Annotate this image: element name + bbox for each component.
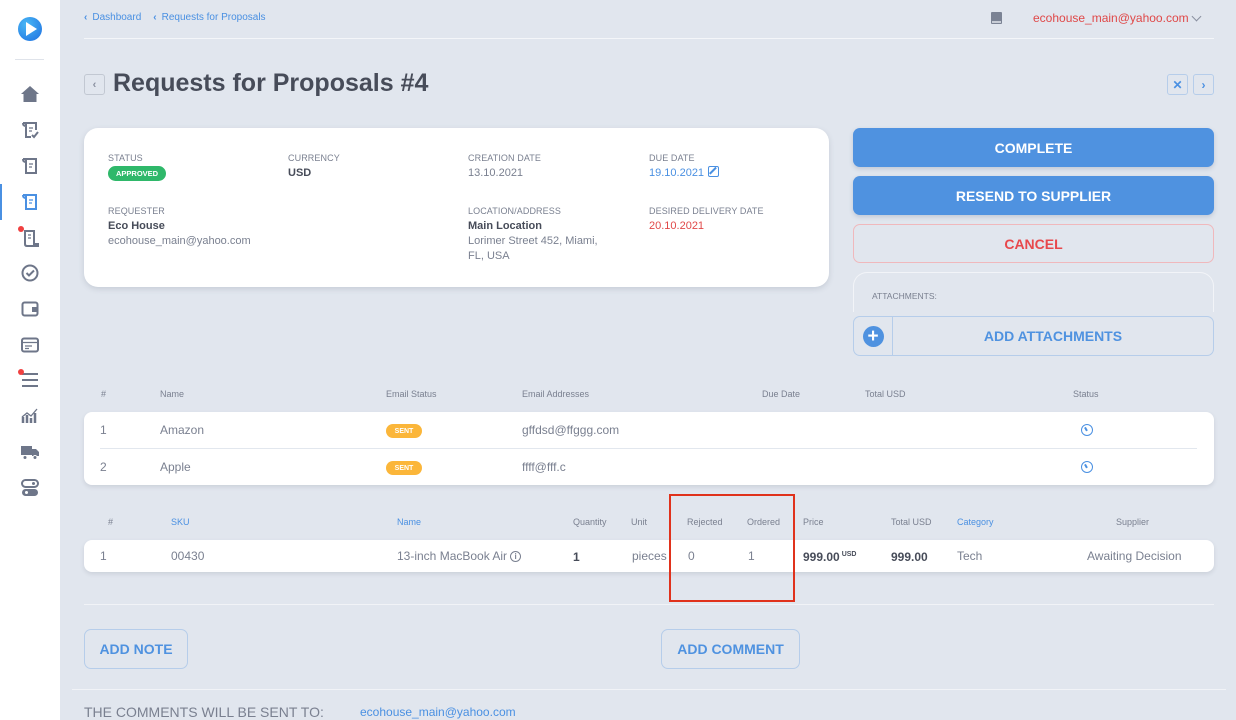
close-button[interactable]: ✕ bbox=[1167, 74, 1188, 95]
header-divider bbox=[84, 38, 1214, 39]
sidebar-item-requisitions[interactable] bbox=[0, 115, 60, 145]
currency-field: CURRENCY USD bbox=[288, 153, 340, 179]
sidebar-item-requests-for-proposals[interactable] bbox=[0, 184, 60, 220]
notification-dot bbox=[18, 369, 24, 375]
app-logo[interactable] bbox=[18, 17, 42, 41]
next-button[interactable]: › bbox=[1193, 74, 1214, 95]
card-icon bbox=[21, 337, 39, 353]
column-header-supplier: Supplier bbox=[1116, 517, 1150, 527]
clock-icon[interactable] bbox=[1081, 424, 1093, 436]
add-note-button[interactable]: ADD NOTE bbox=[84, 629, 188, 669]
home-icon bbox=[21, 86, 39, 102]
column-header-email-status[interactable]: Email Status bbox=[386, 389, 437, 399]
document-icon bbox=[22, 194, 37, 210]
comments-recipient-email[interactable]: ecohouse_main@yahoo.com bbox=[360, 705, 516, 719]
column-header-email-addresses[interactable]: Email Addresses bbox=[522, 389, 589, 399]
sidebar-item-wallet[interactable] bbox=[0, 294, 60, 324]
wallet-icon bbox=[21, 301, 39, 317]
clock-icon[interactable] bbox=[1081, 461, 1093, 473]
column-header-quantity: Quantity bbox=[573, 517, 607, 527]
column-header-ordered: Ordered bbox=[747, 517, 781, 527]
column-header-number: # bbox=[101, 389, 107, 399]
sidebar-item-settings[interactable] bbox=[0, 473, 60, 503]
page-title: Requests for Proposals #4 bbox=[113, 69, 429, 97]
document-icon bbox=[22, 158, 37, 174]
sidebar bbox=[0, 0, 60, 720]
document-check-icon bbox=[22, 122, 39, 139]
sidebar-item-orders[interactable] bbox=[0, 223, 60, 253]
column-header-name[interactable]: Name bbox=[160, 389, 184, 399]
chevron-left-icon: ‹ bbox=[153, 12, 157, 23]
sidebar-item-invoices[interactable] bbox=[0, 330, 60, 360]
column-header-name[interactable]: Name bbox=[397, 517, 421, 527]
column-header-total-usd[interactable]: Total USD bbox=[865, 389, 906, 399]
add-attachments-button[interactable]: + ADD ATTACHMENTS bbox=[853, 316, 1214, 356]
column-header-category[interactable]: Category bbox=[957, 517, 994, 527]
column-header-total-usd: Total USD bbox=[891, 517, 932, 527]
rfp-info-card: STATUS APPROVED CURRENCY USD CREATION DA… bbox=[84, 128, 829, 287]
toggle-icon bbox=[21, 479, 39, 496]
email-status-badge: SENT bbox=[386, 424, 422, 438]
location-field: LOCATION/ADDRESS Main Location Lorimer S… bbox=[468, 206, 598, 262]
book-icon[interactable] bbox=[991, 12, 1002, 24]
column-header-number: # bbox=[108, 517, 114, 527]
column-header-due-date[interactable]: Due Date bbox=[762, 389, 800, 399]
column-header-unit: Unit bbox=[631, 517, 648, 527]
notification-dot bbox=[18, 226, 24, 232]
column-header-price: Price bbox=[803, 517, 824, 527]
sidebar-item-lists[interactable] bbox=[0, 365, 60, 395]
column-header-rejected: Rejected bbox=[687, 517, 723, 527]
status-badge: APPROVED bbox=[108, 166, 167, 181]
sidebar-item-home[interactable] bbox=[0, 79, 60, 109]
breadcrumb-requests-for-proposals[interactable]: ‹ Requests for Proposals bbox=[153, 12, 265, 23]
check-circle-icon bbox=[21, 264, 39, 282]
sidebar-item-delivery[interactable] bbox=[0, 437, 60, 467]
row-divider bbox=[100, 448, 1197, 449]
section-divider bbox=[84, 604, 1214, 605]
user-menu[interactable]: ecohouse_main@yahoo.com bbox=[1033, 11, 1189, 25]
sidebar-item-approvals[interactable] bbox=[0, 258, 60, 288]
creation-date-field: CREATION DATE 13.10.2021 bbox=[468, 153, 541, 179]
section-divider bbox=[72, 689, 1226, 690]
truck-icon bbox=[21, 446, 39, 460]
info-icon[interactable]: i bbox=[510, 551, 522, 562]
table-row[interactable]: 1 00430 13-inch MacBook Air i 1 pieces 0 … bbox=[84, 540, 1214, 572]
edit-icon[interactable] bbox=[708, 166, 720, 177]
resend-to-supplier-button[interactable]: RESEND TO SUPPLIER bbox=[853, 176, 1214, 215]
email-status-badge: SENT bbox=[386, 461, 422, 475]
sidebar-item-analytics[interactable] bbox=[0, 401, 60, 431]
column-header-status[interactable]: Status bbox=[1073, 389, 1099, 399]
sidebar-divider bbox=[15, 59, 44, 60]
complete-button[interactable]: COMPLETE bbox=[853, 128, 1214, 167]
sidebar-item-documents[interactable] bbox=[0, 151, 60, 181]
column-header-sku[interactable]: SKU bbox=[171, 517, 190, 527]
delivery-date-field: DESIRED DELIVERY DATE 20.10.2021 bbox=[649, 206, 764, 232]
chevron-down-icon[interactable] bbox=[1191, 11, 1202, 22]
chevron-left-icon: ‹ bbox=[84, 12, 88, 23]
comments-recipient-label: THE COMMENTS WILL BE SENT TO: bbox=[84, 704, 324, 720]
requester-field: REQUESTER Eco House ecohouse_main@yahoo.… bbox=[108, 206, 251, 247]
chart-icon bbox=[21, 408, 38, 423]
suppliers-table-body: 1 Amazon SENT gffdsd@ffggg.com 2 Apple S… bbox=[84, 412, 1214, 485]
due-date-field: DUE DATE 19.10.2021 bbox=[649, 153, 720, 181]
status-field: STATUS APPROVED bbox=[108, 153, 167, 181]
breadcrumb: ‹ Dashboard ‹ Requests for Proposals bbox=[84, 12, 266, 23]
plus-circle-icon: + bbox=[862, 325, 884, 347]
breadcrumb-dashboard[interactable]: ‹ Dashboard bbox=[84, 12, 141, 23]
cancel-button[interactable]: CANCEL bbox=[853, 224, 1214, 263]
attachments-panel: ATTACHMENTS: bbox=[853, 272, 1214, 312]
back-button[interactable]: ‹ bbox=[84, 74, 105, 95]
add-comment-button[interactable]: ADD COMMENT bbox=[661, 629, 800, 669]
